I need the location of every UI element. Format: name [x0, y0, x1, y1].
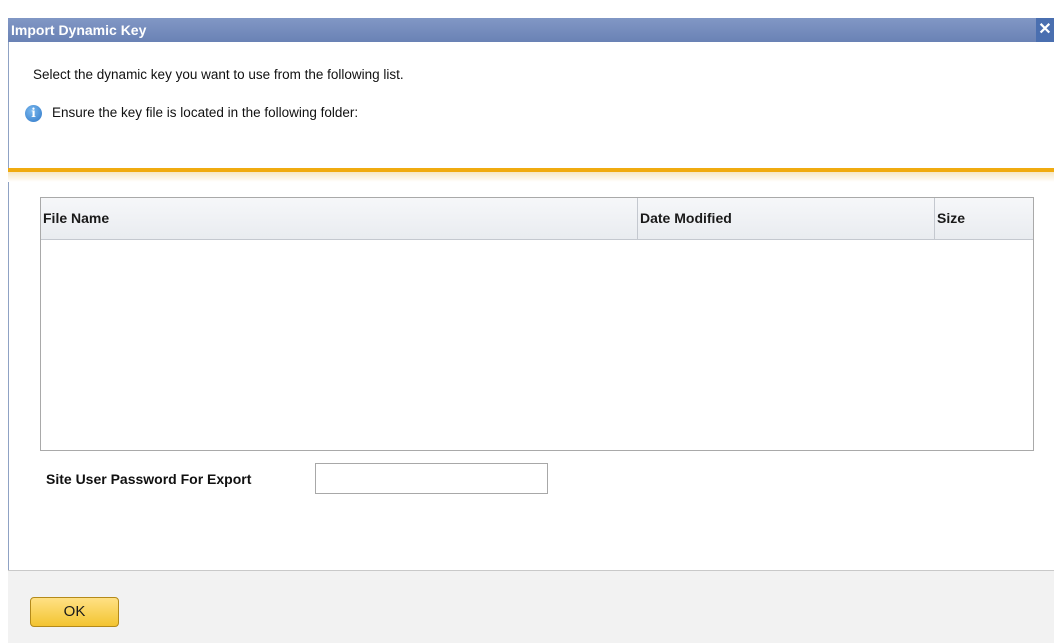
dialog-title: Import Dynamic Key	[11, 22, 147, 38]
divider-shade	[8, 172, 1054, 182]
password-label: Site User Password For Export	[46, 471, 252, 487]
ok-button[interactable]: OK	[30, 597, 119, 627]
instruction-text: Select the dynamic key you want to use f…	[33, 67, 404, 82]
column-header-date-modified[interactable]: Date Modified	[637, 198, 934, 239]
table-header: File Name Date Modified Size	[41, 198, 1033, 240]
close-icon[interactable]: ✕	[1036, 18, 1054, 42]
info-text: Ensure the key file is located in the fo…	[52, 105, 359, 120]
key-file-table[interactable]: File Name Date Modified Size	[40, 197, 1034, 451]
password-input[interactable]	[315, 463, 548, 494]
column-header-file-name[interactable]: File Name	[41, 198, 637, 239]
column-header-size[interactable]: Size	[934, 198, 1033, 239]
footer-bar	[8, 571, 1054, 643]
info-icon: i	[25, 105, 42, 122]
import-dynamic-key-dialog: Import Dynamic Key ✕ Select the dynamic …	[0, 0, 1054, 643]
title-bar[interactable]: Import Dynamic Key ✕	[8, 18, 1054, 42]
